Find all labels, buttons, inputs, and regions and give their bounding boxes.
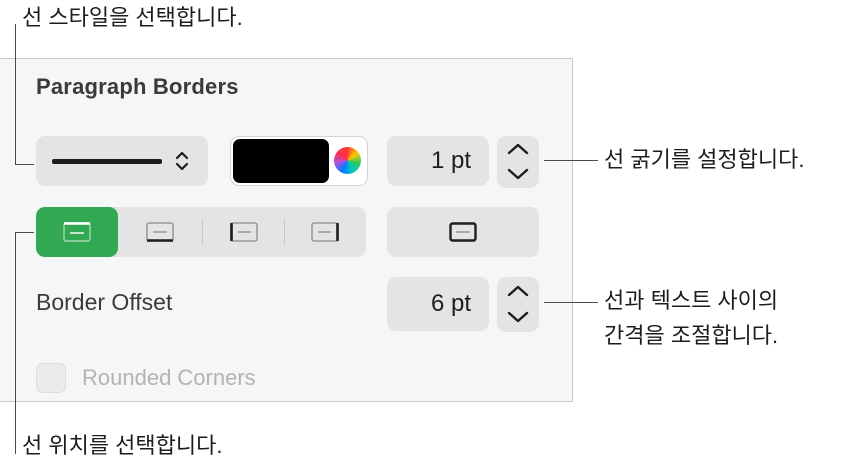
top-border-icon	[63, 222, 91, 242]
callout-line-style-vertical	[15, 24, 16, 164]
callout-offset-text-1: 선과 텍스트 사이의	[604, 288, 779, 313]
solid-line-icon	[52, 159, 162, 164]
callout-line-position-vertical	[15, 232, 16, 454]
bottom-border-button[interactable]	[119, 207, 201, 257]
border-offset-label: Border Offset	[36, 289, 173, 315]
frame-icon	[449, 222, 477, 242]
left-border-icon	[230, 222, 258, 242]
chevron-up-icon[interactable]	[506, 284, 530, 298]
callout-style-text: 선 스타일을 선택합니다.	[22, 5, 243, 30]
right-border-button[interactable]	[285, 207, 367, 257]
frame-border-button[interactable]	[387, 207, 539, 257]
callout-line-style-horizontal	[15, 164, 34, 165]
line-width-field[interactable]: 1 pt	[387, 136, 489, 186]
callout-width-text: 선 굵기를 설정합니다.	[604, 147, 805, 172]
top-border-button[interactable]	[36, 207, 118, 257]
line-style-popup[interactable]	[36, 136, 208, 186]
callout-offset-text-2: 간격을 조절합니다.	[604, 323, 779, 348]
rounded-corners-checkbox[interactable]	[36, 363, 66, 393]
rounded-corners-label: Rounded Corners	[82, 365, 256, 390]
bottom-border-icon	[146, 222, 174, 242]
callout-position-text: 선 위치를 선택합니다.	[22, 433, 223, 458]
chevron-up-down-icon	[175, 151, 189, 171]
callout-line-position-horizontal	[15, 232, 34, 233]
color-swatch[interactable]	[233, 139, 329, 183]
border-offset-stepper[interactable]	[497, 277, 539, 332]
chevron-up-icon[interactable]	[506, 142, 530, 156]
callout-line-width	[544, 160, 598, 161]
right-border-icon	[311, 222, 339, 242]
chevron-down-icon[interactable]	[506, 310, 530, 324]
line-width-stepper[interactable]	[497, 136, 539, 188]
section-title: Paragraph Borders	[36, 74, 239, 99]
chevron-down-icon[interactable]	[506, 167, 530, 181]
color-wheel-icon[interactable]	[334, 147, 361, 174]
left-border-button[interactable]	[203, 207, 285, 257]
border-position-segmented-control	[36, 207, 366, 257]
callout-line-offset	[544, 302, 598, 303]
color-well[interactable]	[230, 136, 368, 186]
border-offset-field[interactable]: 6 pt	[387, 277, 489, 331]
